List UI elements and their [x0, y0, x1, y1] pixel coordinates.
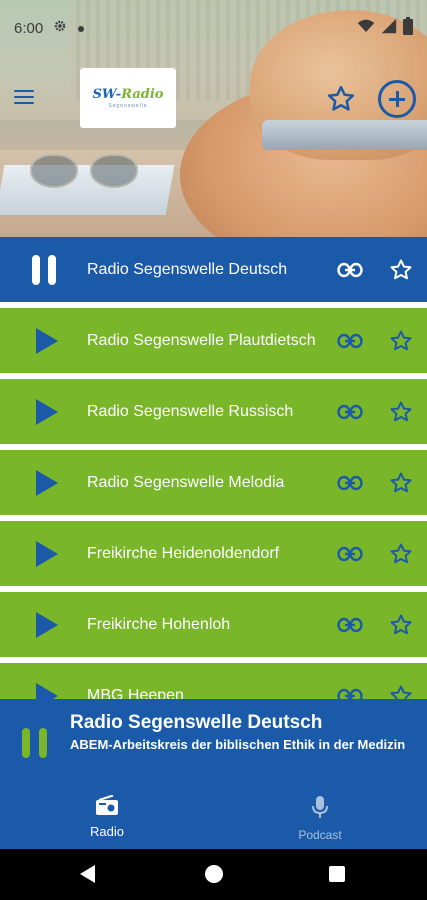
station-title: Radio Segenswelle Deutsch [87, 260, 288, 278]
microphone-icon [311, 795, 329, 824]
link-icon[interactable] [337, 404, 363, 420]
now-playing-pause-icon[interactable] [22, 728, 50, 758]
now-playing-track: ABEM-Arbeitskreis der biblischen Ethik i… [70, 737, 406, 752]
system-navigation-bar [0, 849, 427, 900]
link-icon[interactable] [337, 333, 363, 349]
favorite-star-icon[interactable] [389, 684, 413, 699]
pause-icon[interactable] [32, 254, 58, 285]
home-icon[interactable] [205, 865, 223, 883]
play-icon[interactable] [34, 682, 60, 699]
bottom-navigation: Radio Podcast [0, 787, 427, 849]
now-playing-station: Radio Segenswelle Deutsch [70, 712, 323, 733]
play-icon[interactable] [34, 398, 60, 426]
station-title: Radio Segenswelle Plautdietsch [87, 331, 316, 349]
play-icon[interactable] [34, 540, 60, 568]
now-playing-bar[interactable]: Radio Segenswelle Deutsch ABEM-Arbeitskr… [0, 699, 427, 787]
notification-dot-icon [77, 20, 85, 37]
favorite-star-icon[interactable] [389, 542, 413, 566]
app-toolbar: SW-Radio Segenswelle [0, 66, 427, 132]
station-title: MBG Heepen [87, 686, 184, 700]
add-circle-icon[interactable] [378, 80, 416, 118]
favorite-star-icon[interactable] [389, 471, 413, 495]
hamburger-menu-icon[interactable] [14, 86, 50, 116]
play-icon[interactable] [34, 469, 60, 497]
station-title: Freikirche Hohenloh [87, 615, 231, 633]
play-icon[interactable] [34, 611, 60, 639]
logo-subtitle: Segenswelle [108, 103, 148, 109]
station-title: Freikirche Heidenoldendorf [87, 544, 280, 562]
station-row[interactable]: MBG Heepen [0, 663, 427, 699]
signal-icon [381, 18, 397, 38]
favorite-star-icon[interactable] [389, 329, 413, 353]
link-icon[interactable] [337, 546, 363, 562]
station-row[interactable]: Radio Segenswelle Plautdietsch [0, 308, 427, 373]
station-row[interactable]: Freikirche Hohenloh [0, 592, 427, 657]
station-row[interactable]: Radio Segenswelle Deutsch [0, 237, 427, 302]
station-row[interactable]: Freikirche Heidenoldendorf [0, 521, 427, 586]
nav-tab-radio-label: Radio [90, 824, 124, 839]
favorite-star-icon[interactable] [389, 400, 413, 424]
play-icon[interactable] [34, 327, 60, 355]
radio-icon [95, 794, 119, 820]
status-bar: 6:00 [0, 0, 427, 56]
station-title: Radio Segenswelle Russisch [87, 402, 294, 420]
favorites-star-icon[interactable] [326, 84, 356, 114]
favorite-star-icon[interactable] [389, 613, 413, 637]
link-icon[interactable] [337, 475, 363, 491]
battery-icon [403, 17, 413, 39]
station-title: Radio Segenswelle Melodia [87, 473, 285, 491]
station-row[interactable]: Radio Segenswelle Melodia [0, 450, 427, 515]
settings-gear-icon [53, 19, 67, 37]
favorite-star-icon[interactable] [389, 258, 413, 282]
back-icon[interactable] [80, 865, 95, 883]
link-icon[interactable] [337, 688, 363, 699]
status-time: 6:00 [14, 19, 44, 37]
app-logo: SW-Radio Segenswelle [80, 68, 176, 128]
recent-apps-icon[interactable] [329, 866, 345, 882]
link-icon[interactable] [337, 617, 363, 633]
nav-tab-podcast[interactable]: Podcast [260, 795, 380, 842]
logo-wordmark: SW-Radio [92, 87, 164, 102]
nav-tab-podcast-label: Podcast [298, 828, 342, 842]
nav-tab-radio[interactable]: Radio [47, 794, 167, 839]
station-list: Radio Segenswelle Deutsch Radio Segenswe… [0, 237, 427, 699]
hero-sunglasses [30, 150, 140, 194]
wifi-icon [357, 18, 375, 38]
station-row[interactable]: Radio Segenswelle Russisch [0, 379, 427, 444]
link-icon[interactable] [337, 262, 363, 278]
